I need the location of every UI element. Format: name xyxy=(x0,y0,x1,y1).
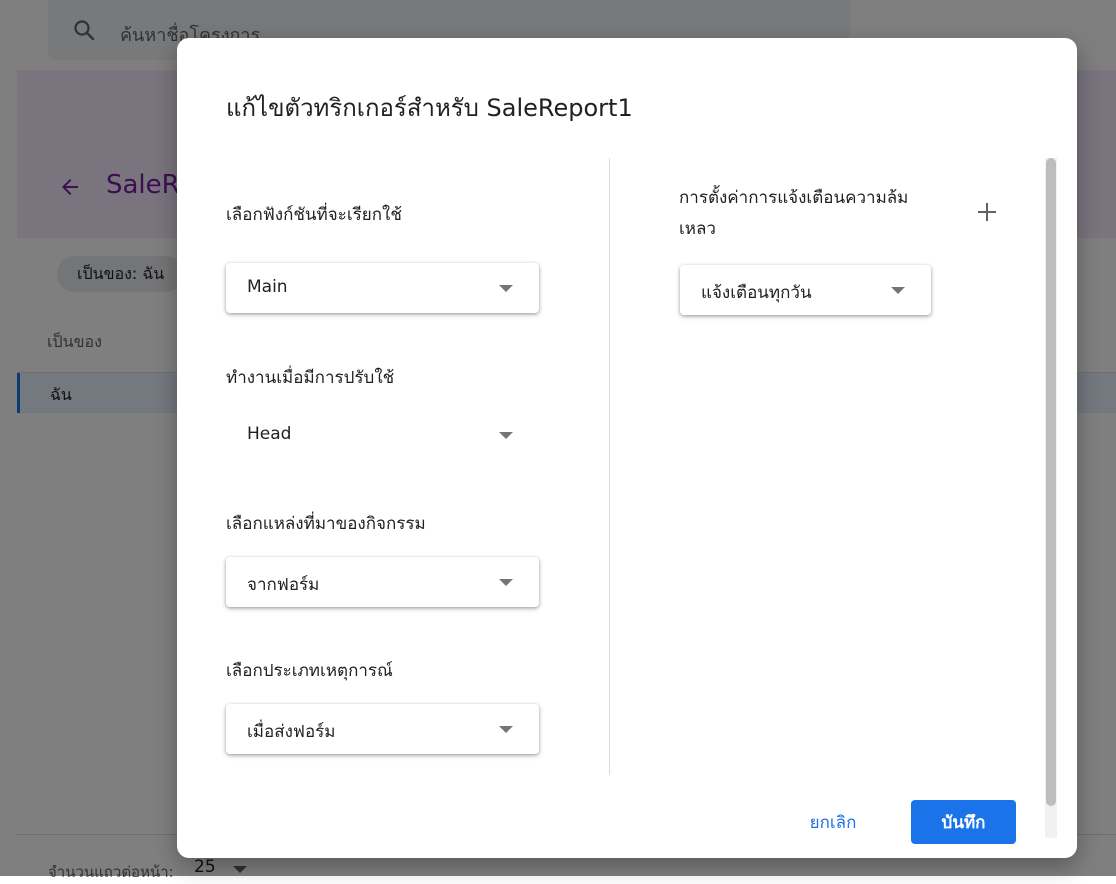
edit-trigger-dialog: แก้ไขตัวทริกเกอร์สำหรับ SaleReport1 เลือ… xyxy=(177,38,1077,858)
cancel-button[interactable]: ยกเลิก xyxy=(797,800,869,844)
event-source-label: เลือกแหล่งที่มาของกิจกรรม xyxy=(226,514,426,534)
scrollbar-thumb[interactable] xyxy=(1046,158,1056,806)
function-label: เลือกฟังก์ชันที่จะเรียกใช้ xyxy=(226,205,402,225)
caret-down-icon xyxy=(499,285,513,292)
plus-icon[interactable] xyxy=(975,200,999,224)
event-source-select[interactable]: จากฟอร์ม xyxy=(226,557,539,607)
event-type-label: เลือกประเภทเหตุการณ์ xyxy=(226,661,393,681)
save-button[interactable]: บันทึก xyxy=(911,800,1016,844)
dialog-title: แก้ไขตัวทริกเกอร์สำหรับ SaleReport1 xyxy=(226,94,633,122)
caret-down-icon xyxy=(499,579,513,586)
deployment-select-value: Head xyxy=(247,424,292,444)
failure-notification-label: การตั้งค่าการแจ้งเตือนความล้มเหลว xyxy=(679,188,909,239)
event-type-select-value: เมื่อส่งฟอร์ม xyxy=(247,722,336,742)
caret-down-icon xyxy=(891,287,905,294)
deployment-select[interactable]: Head xyxy=(226,410,539,460)
event-type-select[interactable]: เมื่อส่งฟอร์ม xyxy=(226,704,539,754)
caret-down-icon xyxy=(499,726,513,733)
function-select[interactable]: Main xyxy=(226,263,539,313)
event-source-select-value: จากฟอร์ม xyxy=(247,575,320,595)
failure-notification-select[interactable]: แจ้งเตือนทุกวัน xyxy=(680,265,931,315)
caret-down-icon xyxy=(499,432,513,439)
deployment-label: ทำงานเมื่อมีการปรับใช้ xyxy=(226,368,395,388)
failure-notification-select-value: แจ้งเตือนทุกวัน xyxy=(701,283,812,303)
function-select-value: Main xyxy=(247,277,288,297)
column-divider xyxy=(609,158,610,775)
